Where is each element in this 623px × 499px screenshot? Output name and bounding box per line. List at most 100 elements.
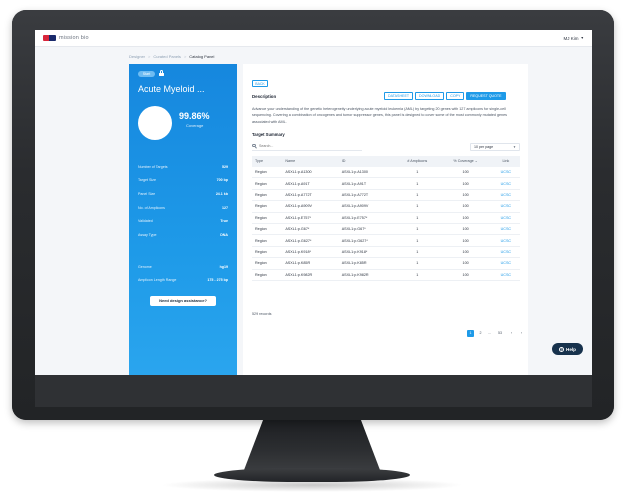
cell-id: ASXL1:p.K85R <box>338 257 396 270</box>
cell-coverage: 100 <box>439 189 492 202</box>
request-quote-button[interactable]: REQUEST QUOTE <box>466 92 506 100</box>
per-page-value: 10 per page <box>474 145 494 149</box>
page-button-2[interactable]: 2 <box>477 330 484 337</box>
column-header-coverage-label: % Coverage <box>453 159 474 164</box>
cell-link[interactable]: UCSC <box>491 234 520 247</box>
cell-link[interactable]: UCSC <box>491 200 520 213</box>
brand-name: mission bio <box>59 35 89 41</box>
search-box <box>252 142 362 151</box>
search-icon <box>252 143 258 149</box>
cell-link[interactable]: UCSC <box>491 189 520 202</box>
user-menu[interactable]: MJ Kim ▼ <box>564 36 584 41</box>
table-row[interactable]: Region ASXL1:p.K918* ASXL1:p.K918* 1 100 UCSC <box>252 246 520 259</box>
cell-amplicons: 1 <box>395 246 440 259</box>
stat-row: Panel Size 24.1 kb <box>138 187 228 201</box>
breadcrumb-current: Catalog Panel <box>189 54 215 59</box>
table-row[interactable]: Region ASXL1:p.K982R ASXL1:p.K982R 1 100 UCSC <box>252 269 520 281</box>
datasheet-button[interactable]: DATASHEET <box>384 92 414 100</box>
cell-amplicons: 1 <box>395 257 440 270</box>
panel-stats-secondary: Genome hg19 Amplicon Length Range 175 - 27… <box>138 260 228 287</box>
page-button-1[interactable]: 1 <box>467 330 474 337</box>
table-row[interactable]: Region ASXL1:p.G627* ASXL1:p.G627* 1 100 UCSC <box>252 234 520 247</box>
breadcrumb-designer[interactable]: Designer <box>129 54 145 59</box>
stat-row: No. of Amplicons 127 <box>138 201 228 215</box>
cell-link[interactable]: UCSC <box>491 223 520 236</box>
stat-row: Target Size 700 bp <box>138 174 228 188</box>
search-input[interactable] <box>259 144 349 148</box>
cell-type: Region <box>252 246 283 259</box>
cell-coverage: 100 <box>439 212 492 224</box>
cell-coverage: 100 <box>439 269 492 281</box>
coverage-label: Coverage <box>186 123 204 128</box>
download-button[interactable]: DOWNLOAD <box>415 92 445 100</box>
copy-button[interactable]: COPY <box>446 92 465 100</box>
table-row[interactable]: Region ASXL1:p.G67* ASXL1:p.G67* 1 100 UCSC <box>252 223 520 236</box>
stat-label: Panel Size <box>138 191 156 196</box>
prev-page-icon[interactable]: ‹ <box>508 330 515 337</box>
cell-name: ASXL1:p.K85R <box>282 257 339 270</box>
cell-link[interactable]: UCSC <box>491 269 520 281</box>
stat-value: DNA <box>220 232 228 237</box>
cell-type: Region <box>252 177 283 190</box>
cell-amplicons: 1 <box>395 166 440 179</box>
page-button-last[interactable]: 53 <box>495 330 505 337</box>
column-header-coverage[interactable]: % Coverage ⌄ <box>439 156 492 167</box>
cell-name: ASXL1:p.A91T <box>282 177 339 190</box>
stat-value: True <box>220 219 228 224</box>
table-row[interactable]: Region ASXL1:p.K85R ASXL1:p.K85R 1 100 UCSC <box>252 257 520 270</box>
chevron-down-icon: ⌄ <box>474 159 478 164</box>
cell-amplicons: 1 <box>395 189 440 202</box>
column-header-id[interactable]: ID <box>338 156 396 167</box>
table-row[interactable]: Region ASXL1:p.A772T ASXL1:p.A772T 1 100 UCSC <box>252 189 520 202</box>
cell-link[interactable]: UCSC <box>491 246 520 259</box>
cell-coverage: 100 <box>439 177 492 190</box>
panel-summary-sidebar: Start Acute Myeloid ... 99.86% Coverage … <box>129 64 237 375</box>
cell-name: ASXL1:p.E757* <box>282 212 339 224</box>
per-page-select[interactable]: 10 per page ▼ <box>470 143 520 151</box>
cell-name: ASXL1:p.G67* <box>282 223 339 236</box>
cell-coverage: 100 <box>439 166 492 179</box>
description-text: Advance your understanding of the geneti… <box>252 107 507 124</box>
column-header-link[interactable]: Link <box>491 156 520 167</box>
cell-link[interactable]: UCSC <box>491 166 520 179</box>
target-table: Type Name ID # Amplicons % Coverage ⌄ Li… <box>252 156 520 281</box>
back-button[interactable]: BACK <box>252 80 268 87</box>
table-row[interactable]: Region ASXL1:p.E757* ASXL1:p.E757* 1 100 UCSC <box>252 212 520 224</box>
cell-type: Region <box>252 189 283 202</box>
cell-link[interactable]: UCSC <box>491 177 520 190</box>
monitor-stand-base <box>214 468 410 482</box>
next-page-icon[interactable]: › <box>518 330 525 337</box>
stat-value: 127 <box>222 205 228 210</box>
design-assistance-button[interactable]: Need design assistance? <box>150 296 216 306</box>
table-row[interactable]: Region ASXL1:p.A909V ASXL1:p.A909V 1 100 UCSC <box>252 200 520 213</box>
help-button[interactable]: ? Help <box>552 343 583 355</box>
table-row[interactable]: Region ASXL1:p.A1300 ASXL1:p.A1300 1 100 UCSC <box>252 166 520 179</box>
cell-name: ASXL1:p.A1300 <box>282 166 339 179</box>
stage: mission bio MJ Kim ▼ Designer > Curated … <box>0 0 623 499</box>
stat-row: Assay Type DNA <box>138 228 228 242</box>
column-header-name[interactable]: Name <box>282 156 339 167</box>
stat-value: 529 <box>222 164 228 169</box>
cell-amplicons: 1 <box>395 223 440 236</box>
cell-id: ASXL1:p.G627* <box>338 234 396 247</box>
cell-link[interactable]: UCSC <box>491 212 520 224</box>
cell-type: Region <box>252 212 283 224</box>
breadcrumb-curated-panels[interactable]: Curated Panels <box>153 54 181 59</box>
stat-row: Number of Targets 529 <box>138 160 228 174</box>
page-ellipsis: ... <box>488 331 491 335</box>
breadcrumb-separator: > <box>183 54 187 59</box>
stat-row: Amplicon Length Range 175 - 275 bp <box>138 274 228 288</box>
help-label: Help <box>566 346 576 352</box>
cell-id: ASXL1:p.A91T <box>338 177 396 190</box>
cell-name: ASXL1:p.K918* <box>282 246 339 259</box>
brand-logo-icon[interactable] <box>43 35 56 41</box>
column-header-amplicons[interactable]: # Amplicons <box>395 156 440 167</box>
status-badge: Start <box>138 71 155 77</box>
stat-row: Validated True <box>138 214 228 228</box>
stat-value: hg19 <box>219 264 228 269</box>
monitor: mission bio MJ Kim ▼ Designer > Curated … <box>12 10 614 420</box>
cell-link[interactable]: UCSC <box>491 257 520 270</box>
column-header-type[interactable]: Type <box>252 156 283 167</box>
stat-label: Target Size <box>138 178 156 183</box>
table-row[interactable]: Region ASXL1:p.A91T ASXL1:p.A91T 1 100 UCSC <box>252 177 520 190</box>
